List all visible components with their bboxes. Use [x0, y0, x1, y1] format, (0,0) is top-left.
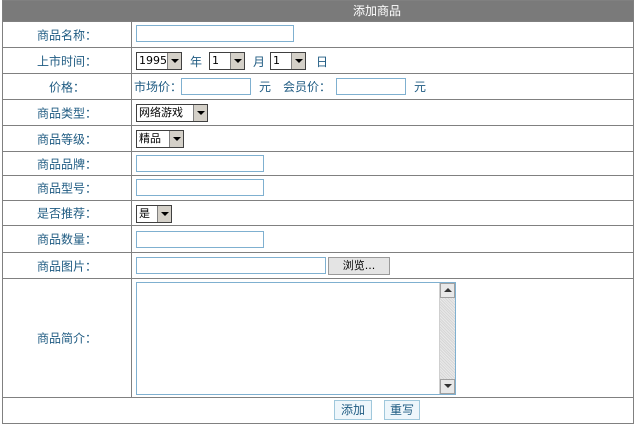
- add-product-form: 添加商品 商品名称： 上市时间： 1995 年 1 月 1 日 价格： 市场价：…: [2, 0, 634, 424]
- row-product-name: 商品名称：: [3, 21, 633, 47]
- chevron-down-icon: [230, 53, 244, 69]
- row-image: 商品图片： 浏览...: [3, 252, 633, 278]
- product-name-input[interactable]: [136, 25, 294, 42]
- label-price: 价格：: [48, 80, 85, 94]
- description-textarea[interactable]: [136, 282, 456, 395]
- browse-button[interactable]: 浏览...: [328, 257, 390, 275]
- description-scrollbar[interactable]: [439, 283, 455, 394]
- brand-input[interactable]: [136, 155, 264, 172]
- category-select[interactable]: 网络游戏: [136, 104, 208, 122]
- month-unit: 月: [253, 55, 266, 69]
- label-recommend: 是否推荐：: [36, 206, 97, 221]
- day-select[interactable]: 1: [270, 52, 306, 70]
- label-description: 商品简介：: [36, 331, 97, 346]
- row-brand: 商品品牌：: [3, 151, 633, 175]
- label-brand: 商品品牌：: [36, 157, 97, 171]
- scroll-up-icon[interactable]: [440, 283, 455, 298]
- row-price: 价格： 市场价： 元 会员价： 元: [3, 73, 633, 99]
- member-price-label: 会员价：: [283, 80, 332, 94]
- label-grade: 商品等级：: [36, 132, 97, 146]
- label-release-date: 上市时间：: [36, 54, 97, 68]
- market-price-input[interactable]: [181, 78, 251, 95]
- image-file-input[interactable]: [136, 257, 326, 274]
- row-grade: 商品等级： 精品: [3, 125, 633, 151]
- grade-select[interactable]: 精品: [136, 130, 184, 148]
- add-button[interactable]: 添加: [334, 400, 372, 420]
- chevron-down-icon: [169, 131, 183, 147]
- form-title: 添加商品: [353, 4, 402, 18]
- market-price-label: 市场价：: [134, 80, 183, 94]
- model-input[interactable]: [136, 179, 264, 196]
- chevron-down-icon: [291, 53, 305, 69]
- row-quantity: 商品数量：: [3, 225, 633, 252]
- scroll-down-icon[interactable]: [440, 379, 455, 394]
- chevron-down-icon: [193, 105, 207, 121]
- chevron-down-icon: [157, 206, 171, 222]
- year-select[interactable]: 1995: [136, 52, 182, 70]
- row-description: 商品简介：: [3, 278, 633, 397]
- label-image: 商品图片：: [36, 259, 97, 273]
- market-price-unit: 元: [259, 80, 272, 94]
- member-price-input[interactable]: [336, 78, 406, 95]
- day-unit: 日: [316, 55, 329, 69]
- label-quantity: 商品数量：: [36, 232, 97, 247]
- row-recommend: 是否推荐： 是: [3, 200, 633, 225]
- recommend-select[interactable]: 是: [136, 205, 172, 223]
- form-title-bar: 添加商品: [3, 1, 633, 21]
- quantity-input[interactable]: [136, 231, 264, 248]
- year-unit: 年: [190, 55, 203, 69]
- chevron-down-icon: [167, 53, 181, 69]
- row-category: 商品类型： 网络游戏: [3, 99, 633, 125]
- row-model: 商品型号：: [3, 175, 633, 200]
- row-release-date: 上市时间： 1995 年 1 月 1 日: [3, 47, 633, 73]
- member-price-unit: 元: [414, 80, 427, 94]
- month-select[interactable]: 1: [209, 52, 245, 70]
- row-actions: 添加 重写: [3, 397, 633, 423]
- label-product-name: 商品名称：: [36, 28, 97, 42]
- reset-button[interactable]: 重写: [384, 400, 420, 420]
- label-model: 商品型号：: [36, 181, 97, 196]
- label-category: 商品类型：: [36, 106, 97, 120]
